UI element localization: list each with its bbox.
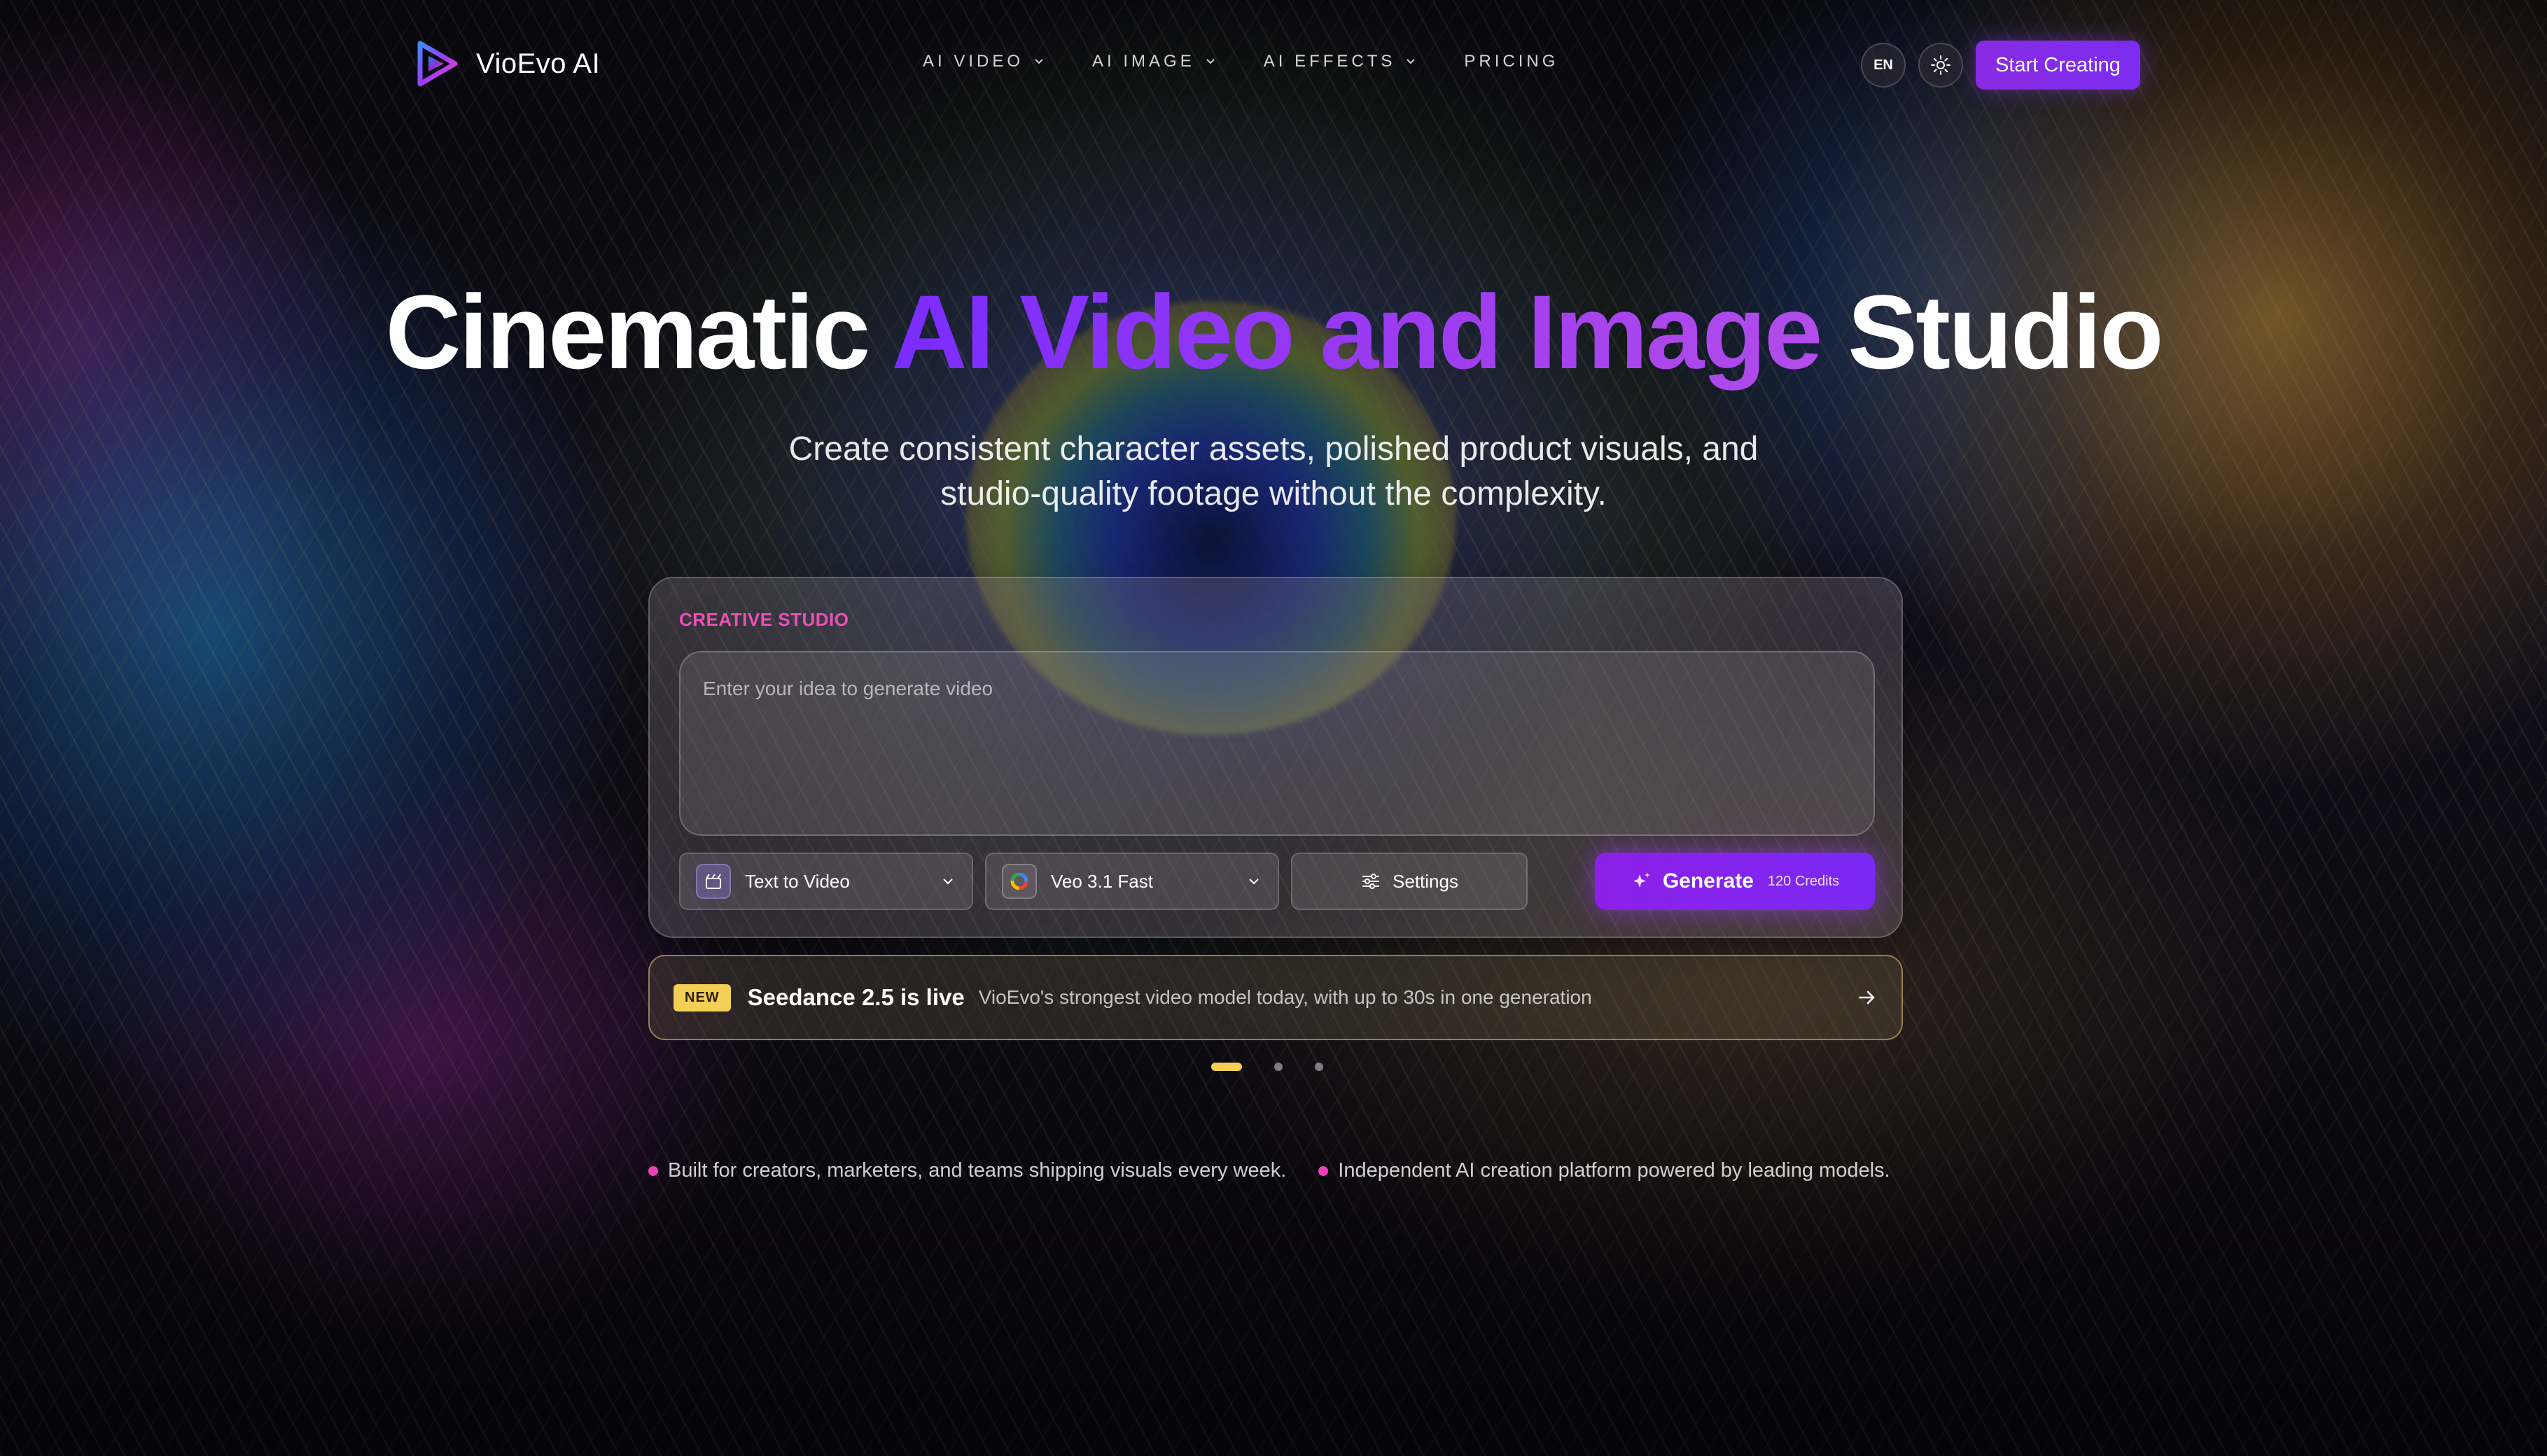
carousel-dot-1[interactable] <box>1211 1063 1242 1071</box>
chevron-down-icon <box>1035 59 1043 64</box>
credits-label: 120 Credits <box>1767 873 1840 889</box>
nav-item-label: AI VIDEO <box>923 52 1024 71</box>
hero-subtitle: Create consistent character assets, poli… <box>700 427 1847 517</box>
theme-toggle-button[interactable] <box>1918 43 1963 88</box>
chevron-down-icon <box>1407 59 1416 64</box>
new-badge: NEW <box>674 983 731 1011</box>
nav-item-label: AI EFFECTS <box>1263 52 1396 71</box>
brand-logo[interactable]: VioEvo AI <box>414 39 600 88</box>
feature-bullet-text: Independent AI creation platform powered… <box>1338 1159 1890 1182</box>
nav-item-pricing[interactable]: PRICING <box>1464 52 1558 71</box>
mode-select-value: Text to Video <box>745 870 850 892</box>
chevron-down-icon <box>1249 878 1259 885</box>
main-menu: AI VIDEO AI IMAGE AI EFFECTS PRICING <box>923 52 1558 71</box>
arrow-right-icon <box>1858 990 1875 1004</box>
sparkles-icon <box>1633 872 1650 888</box>
nav-item-ai-video[interactable]: AI VIDEO <box>923 52 1046 71</box>
nav-item-label: PRICING <box>1464 52 1559 71</box>
hero-title: Cinematic AI Video and Image Studio <box>0 269 2547 395</box>
carousel-dot-3[interactable] <box>1315 1063 1323 1071</box>
nav-item-ai-image[interactable]: AI IMAGE <box>1092 52 1217 71</box>
chevron-down-icon <box>943 878 953 885</box>
generate-label: Generate <box>1662 869 1754 892</box>
settings-button[interactable]: Settings <box>1291 853 1528 910</box>
bullet-dot <box>1318 1166 1329 1176</box>
play-logo-icon <box>417 41 458 87</box>
mode-select[interactable]: Text to Video <box>679 853 973 910</box>
language-button[interactable]: EN <box>1861 43 1906 88</box>
model-select-value: Veo 3.1 Fast <box>1051 870 1153 892</box>
hero-subtitle-line2: studio-quality footage without the compl… <box>940 475 1607 512</box>
feature-bullet: Independent AI creation platform powered… <box>1318 1159 1890 1182</box>
carousel-dot-2[interactable] <box>1274 1063 1283 1071</box>
creative-studio-card: CREATIVE STUDIO Text to Video Veo 3.1 Fa… <box>648 577 1903 938</box>
sun-icon <box>1931 55 1951 75</box>
hero-subtitle-line1: Create consistent character assets, poli… <box>788 430 1759 468</box>
generate-button[interactable]: Generate 120 Credits <box>1595 853 1875 910</box>
model-select[interactable]: Veo 3.1 Fast <box>985 853 1279 910</box>
studio-label: CREATIVE STUDIO <box>679 609 849 630</box>
settings-label: Settings <box>1393 870 1458 892</box>
prompt-input[interactable] <box>679 651 1875 836</box>
announcement-description: VioEvo's strongest video model today, wi… <box>978 986 1592 1008</box>
clapperboard-icon <box>696 864 731 899</box>
start-creating-button[interactable]: Start Creating <box>1976 41 2140 90</box>
feature-bullets: Built for creators, marketers, and teams… <box>648 1159 1890 1182</box>
feature-bullet: Built for creators, marketers, and teams… <box>648 1159 1286 1182</box>
sliders-icon <box>1362 874 1380 889</box>
announcement-title: Seedance 2.5 is live <box>747 984 965 1010</box>
carousel-dots <box>1211 1063 1323 1071</box>
nav-actions: EN Start Creating <box>1861 41 2140 90</box>
hero-title-highlight: AI Video and Image <box>891 273 1822 391</box>
feature-bullet-text: Built for creators, marketers, and teams… <box>668 1159 1287 1182</box>
top-nav: VioEvo AI AI VIDEO AI IMAGE AI EFFECTS P… <box>0 0 2547 133</box>
hero-title-part2: Studio <box>1820 273 2164 391</box>
nav-item-ai-effects[interactable]: AI EFFECTS <box>1264 52 1418 71</box>
hero-title-part1: Cinematic <box>385 273 892 391</box>
chevron-down-icon <box>1206 59 1215 64</box>
bullet-dot <box>648 1166 658 1176</box>
announcement-banner[interactable]: NEW Seedance 2.5 is live VioEvo's strong… <box>648 955 1903 1040</box>
brand-name: VioEvo AI <box>476 48 601 79</box>
nav-item-label: AI IMAGE <box>1092 52 1195 71</box>
google-model-icon <box>1002 864 1037 899</box>
studio-controls: Text to Video Veo 3.1 Fast Settings Gene… <box>679 853 1875 910</box>
